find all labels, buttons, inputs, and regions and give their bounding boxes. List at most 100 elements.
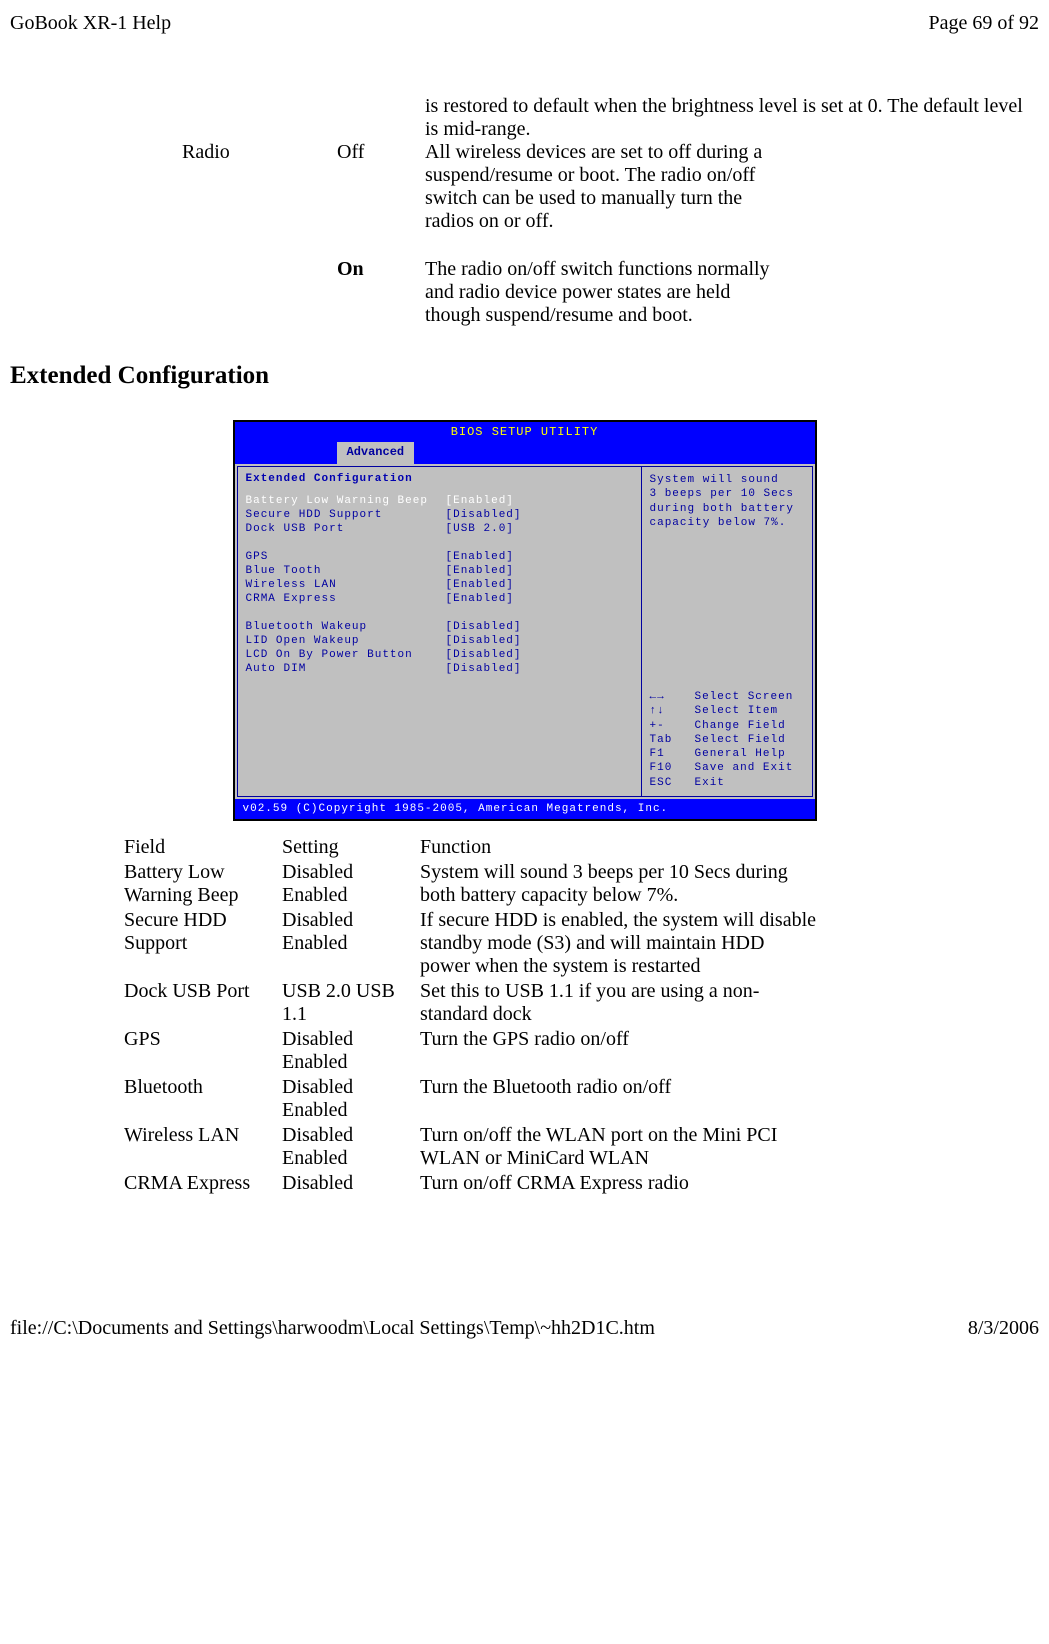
bios-item-val: [Enabled] [446,551,514,563]
cell-field: Wireless LAN [124,1124,282,1170]
key-row: F1General Help [650,747,804,761]
bios-body: Extended Configuration Battery Low Warni… [235,464,815,799]
prev-continued-row: is restored to default when the brightne… [182,95,1039,141]
cell-setting: Disabled Enabled [282,861,420,907]
radio-off-label: Off [337,141,425,233]
bios-hint-line: capacity below 7%. [650,516,804,530]
bios-item-label: LCD On By Power Button [246,649,446,661]
bios-item-label: Dock USB Port [246,523,446,535]
header-right: Page 69 of 92 [928,12,1039,35]
bios-item-label: Bluetooth Wakeup [246,621,446,633]
radio-on-row: On The radio on/off switch functions nor… [182,258,1039,327]
bios-title: BIOS SETUP UTILITY [235,422,815,442]
key-row: +-Change Field [650,719,804,733]
key-desc: Select Item [695,704,779,718]
key-row: ESCExit [650,776,804,790]
bios-item: Bluetooth Wakeup [Disabled] [246,621,633,633]
bios-item-val: [Disabled] [446,649,522,661]
bios-item: LID Open Wakeup [Disabled] [246,635,633,647]
bios-left-pane: Extended Configuration Battery Low Warni… [237,466,641,797]
bios-item-val: [Disabled] [446,621,522,633]
cell-func: Turn the GPS radio on/off [420,1028,816,1074]
col-field-head: Field [124,836,282,859]
bios-item-val: [USB 2.0] [446,523,514,535]
table-row: Dock USB Port USB 2.0 USB 1.1 Set this t… [124,980,925,1026]
cell-setting: Disabled Enabled [282,1124,420,1170]
radio-off-row: Radio Off All wireless devices are set t… [182,141,1039,233]
radio-on-desc: The radio on/off switch functions normal… [425,258,780,327]
bios-screenshot: BIOS SETUP UTILITY Advanced Extended Con… [233,420,817,821]
content-main: is restored to default when the brightne… [10,95,1039,1257]
header-left: GoBook XR-1 Help [10,12,171,35]
bios-hint-line: 3 beeps per 10 Secs [650,487,804,501]
cell-setting: Disabled Enabled [282,909,420,978]
bios-hint-line: during both battery [650,502,804,516]
bios-item: LCD On By Power Button [Disabled] [246,649,633,661]
key-key: F10 [650,761,695,775]
page-header: GoBook XR-1 Help Page 69 of 92 [10,12,1039,35]
footer-right: 8/3/2006 [968,1317,1039,1340]
cell-setting: Disabled Enabled [282,1076,420,1122]
bios-item: CRMA Express [Enabled] [246,593,633,605]
key-key: F1 [650,747,695,761]
bios-item-label: Secure HDD Support [246,509,446,521]
bios-item-label: Battery Low Warning Beep [246,495,446,507]
cell-func: Turn on/off CRMA Express radio [420,1172,816,1195]
bios-item-val: [Enabled] [446,593,514,605]
bios-item-val: [Disabled] [446,663,522,675]
radio-section: is restored to default when the brightne… [182,95,1039,327]
col-func-head: Function [420,836,816,859]
footer-left: file://C:\Documents and Settings\harwood… [10,1317,655,1340]
table-row: GPS Disabled Enabled Turn the GPS radio … [124,1028,925,1074]
cell-setting: USB 2.0 USB 1.1 [282,980,420,1026]
bios-hint: System will sound 3 beeps per 10 Secs du… [650,473,804,530]
cell-func: Set this to USB 1.1 if you are using a n… [420,980,816,1026]
key-row: TabSelect Field [650,733,804,747]
bios-item-val: [Disabled] [446,509,522,521]
table-row: Wireless LAN Disabled Enabled Turn on/of… [124,1124,925,1170]
empty-field [182,258,337,327]
key-key: ESC [650,776,695,790]
radio-field: Radio [182,141,337,233]
cell-func: System will sound 3 beeps per 10 Secs du… [420,861,816,907]
bios-item-label: GPS [246,551,446,563]
bios-group1: Battery Low Warning Beep [Enabled] Secur… [246,495,633,535]
table-row: Secure HDD Support Disabled Enabled If s… [124,909,925,978]
bios-item-val: [Disabled] [446,635,522,647]
table-row: Battery Low Warning Beep Disabled Enable… [124,861,925,907]
bios-menubar: Advanced [235,442,815,464]
cell-field: GPS [124,1028,282,1074]
bios-item: Secure HDD Support [Disabled] [246,509,633,521]
key-key: Tab [650,733,695,747]
key-key: ↑↓ [650,704,695,718]
cell-setting: Disabled [282,1172,420,1195]
cell-func: If secure HDD is enabled, the system wil… [420,909,816,978]
cell-field: Dock USB Port [124,980,282,1026]
bios-item: Auto DIM [Disabled] [246,663,633,675]
extended-config-heading: Extended Configuration [10,362,1039,390]
col-setting-head: Setting [282,836,420,859]
bios-item: Battery Low Warning Beep [Enabled] [246,495,633,507]
bios-item-label: CRMA Express [246,593,446,605]
bios-item-val: [Enabled] [446,495,514,507]
radio-off-desc: All wireless devices are set to off duri… [425,141,780,233]
bios-group3: Bluetooth Wakeup [Disabled] LID Open Wak… [246,621,633,675]
settings-table: Field Setting Function Battery Low Warni… [124,836,925,1195]
cell-field: Bluetooth [124,1076,282,1122]
key-key: +- [650,719,695,733]
table-row: Bluetooth Disabled Enabled Turn the Blue… [124,1076,925,1122]
bios-keys: ←→Select Screen ↑↓Select Item +-Change F… [650,690,804,790]
bios-item-label: Wireless LAN [246,579,446,591]
bios-item: Dock USB Port [USB 2.0] [246,523,633,535]
table-row: CRMA Express Disabled Turn on/off CRMA E… [124,1172,925,1195]
bios-item-label: Auto DIM [246,663,446,675]
bios-item: Wireless LAN [Enabled] [246,579,633,591]
key-key: ←→ [650,690,695,704]
key-row: ↑↓Select Item [650,704,804,718]
bios-section-title: Extended Configuration [246,473,633,485]
cell-field: CRMA Express [124,1172,282,1195]
bios-hint-line: System will sound [650,473,804,487]
bios-tab-advanced: Advanced [337,442,415,464]
bios-item-label: LID Open Wakeup [246,635,446,647]
key-desc: Select Screen [695,690,794,704]
